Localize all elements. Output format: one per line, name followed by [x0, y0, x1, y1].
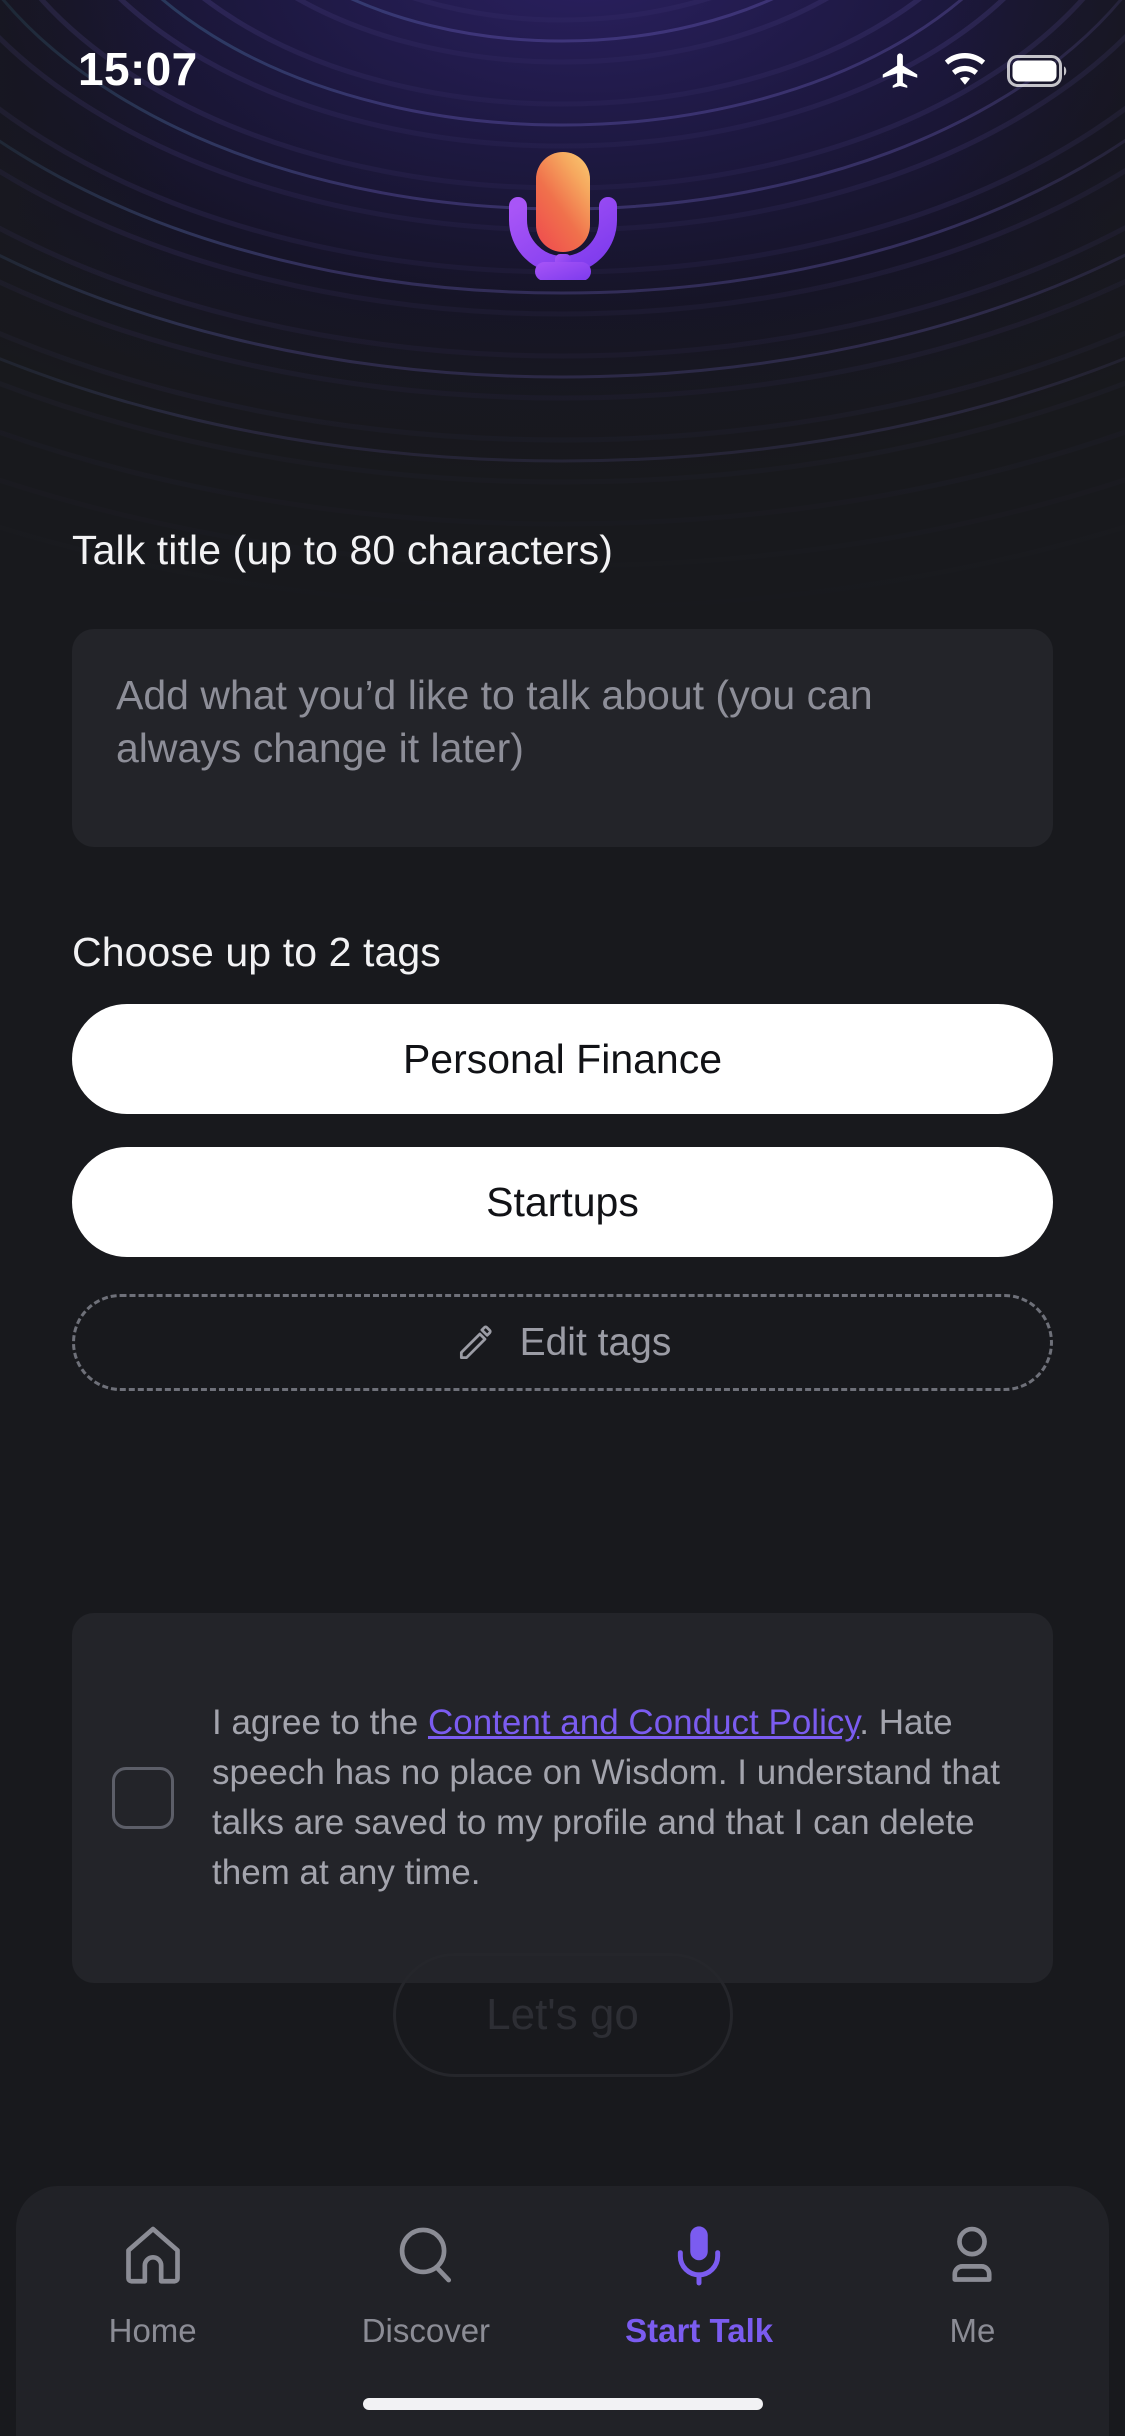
battery-icon	[1007, 55, 1067, 87]
tag-chip-personal-finance[interactable]: Personal Finance	[72, 1004, 1053, 1114]
person-icon	[937, 2212, 1007, 2298]
tag-chip-label: Personal Finance	[402, 1035, 723, 1082]
policy-agreement-checkbox[interactable]	[112, 1767, 174, 1829]
policy-agreement-card[interactable]: I agree to the Content and Conduct Polic…	[72, 1613, 1053, 1983]
tag-chip-label: Startups	[486, 1178, 639, 1225]
content-and-conduct-policy-link[interactable]: Content and Conduct Policy	[428, 1703, 859, 1742]
talk-title-input[interactable]: Add what you’d like to talk about (you c…	[72, 629, 1053, 847]
bottom-tab-bar: Home Discover Start Talk Me	[16, 2186, 1109, 2436]
home-indicator	[362, 2398, 763, 2410]
tab-discover-label: Discover	[361, 2312, 491, 2349]
tab-home[interactable]: Home	[16, 2212, 289, 2350]
choose-tags-label: Choose up to 2 tags	[72, 929, 441, 975]
search-icon	[391, 2212, 461, 2298]
edit-tags-button[interactable]: Edit tags	[72, 1294, 1053, 1391]
status-bar-clock: 15:07	[78, 43, 198, 95]
tab-home-label: Home	[108, 2312, 197, 2349]
talk-title-label: Talk title (up to 80 characters)	[72, 527, 613, 573]
tab-start-talk[interactable]: Start Talk	[563, 2212, 836, 2350]
home-icon	[118, 2212, 188, 2298]
lets-go-button[interactable]: Let's go	[392, 1953, 733, 2077]
tab-list: Home Discover Start Talk Me	[16, 2212, 1109, 2350]
app-screen: 15:07 Talk title (up to 80 characters) A…	[0, 0, 1125, 2436]
tab-me[interactable]: Me	[836, 2212, 1109, 2350]
tab-discover[interactable]: Discover	[289, 2212, 562, 2350]
microphone-icon	[664, 2212, 734, 2298]
tag-chip-startups[interactable]: Startups	[72, 1147, 1053, 1257]
lets-go-label: Let's go	[486, 1990, 639, 2039]
wifi-icon	[944, 52, 986, 85]
policy-text-before: I agree to the	[212, 1702, 428, 1742]
policy-agreement-text: I agree to the Content and Conduct Polic…	[204, 1698, 1017, 1898]
status-bar-icons	[877, 48, 1069, 94]
airplane-mode-icon	[882, 53, 918, 88]
tab-me-label: Me	[949, 2312, 996, 2349]
status-bar: 15:07	[0, 0, 1125, 130]
pencil-icon	[459, 1325, 492, 1359]
talk-title-placeholder: Add what you’d like to talk about (you c…	[116, 672, 873, 772]
edit-tags-label: Edit tags	[519, 1320, 672, 1364]
microphone-logo	[508, 152, 617, 280]
tab-start-talk-label: Start Talk	[625, 2312, 774, 2349]
